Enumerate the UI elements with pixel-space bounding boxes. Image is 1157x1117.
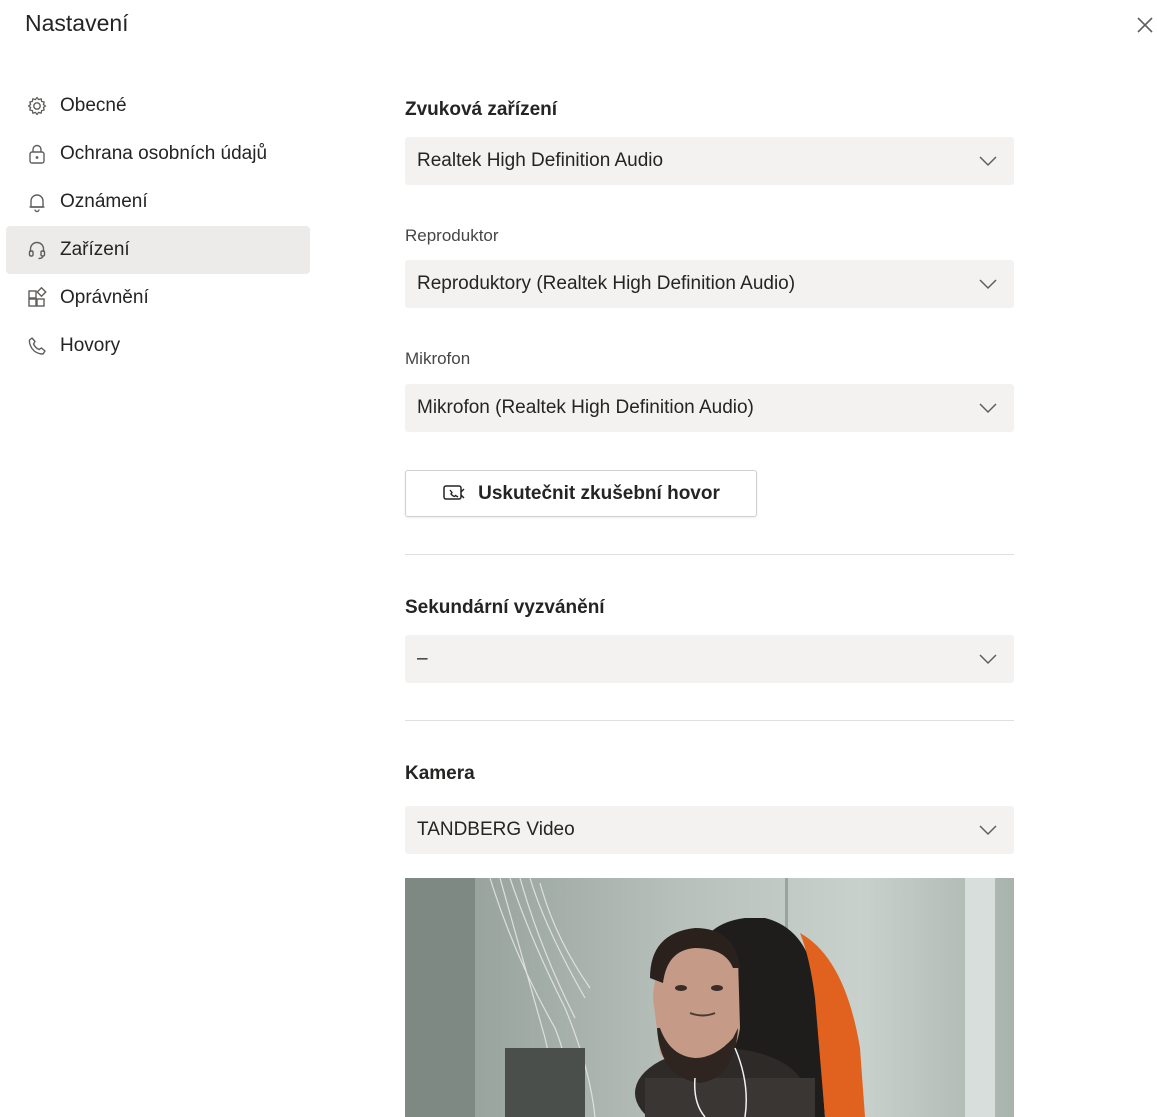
nav-item-label: Zařízení	[60, 239, 130, 260]
audio-devices-heading: Zvuková zařízení	[405, 99, 558, 120]
speaker-select[interactable]: Reproduktory (Realtek High Definition Au…	[405, 260, 1014, 308]
speaker-label: Reproduktor	[405, 226, 499, 245]
microphone-select[interactable]: Mikrofon (Realtek High Definition Audio)	[405, 384, 1014, 432]
camera-heading: Kamera	[405, 763, 475, 784]
nav-item-notifications[interactable]: Oznámení	[6, 178, 310, 226]
chevron-down-icon	[976, 818, 1000, 842]
headset-icon	[26, 239, 48, 261]
chevron-down-icon	[976, 149, 1000, 173]
divider	[405, 720, 1014, 721]
nav-item-label: Oprávnění	[60, 287, 149, 308]
nav-item-label: Hovory	[60, 335, 121, 356]
close-button[interactable]	[1134, 14, 1156, 36]
divider	[405, 554, 1014, 555]
chevron-down-icon	[976, 396, 1000, 420]
chevron-down-icon	[976, 272, 1000, 296]
lock-icon	[26, 143, 48, 165]
page-title: Nastavení	[25, 10, 129, 36]
phone-icon	[26, 335, 48, 357]
camera-select[interactable]: TANDBERG Video	[405, 806, 1014, 854]
nav-item-label: Ochrana osobních údajů	[60, 143, 268, 164]
audio-device-value: Realtek High Definition Audio	[417, 150, 664, 171]
bell-icon	[26, 191, 48, 213]
secondary-ringer-select[interactable]: –	[405, 635, 1014, 683]
test-call-label: Uskutečnit zkušební hovor	[478, 482, 720, 504]
test-call-button[interactable]: Uskutečnit zkušební hovor	[405, 470, 757, 517]
nav-item-permissions[interactable]: Oprávnění	[6, 274, 310, 322]
apps-icon	[26, 287, 48, 309]
camera-value: TANDBERG Video	[417, 819, 575, 840]
speaker-value: Reproduktory (Realtek High Definition Au…	[417, 273, 796, 294]
camera-preview	[405, 878, 1014, 1117]
microphone-label: Mikrofon	[405, 349, 471, 368]
nav-item-privacy[interactable]: Ochrana osobních údajů	[6, 130, 310, 178]
nav-item-calls[interactable]: Hovory	[6, 322, 310, 370]
audio-device-select[interactable]: Realtek High Definition Audio	[405, 137, 1014, 185]
secondary-ringer-heading: Sekundární vyzvánění	[405, 597, 605, 618]
microphone-value: Mikrofon (Realtek High Definition Audio)	[417, 397, 754, 418]
nav-item-devices[interactable]: Zařízení	[6, 226, 310, 274]
settings-nav: Obecné Ochrana osobních údajů Oznámení Z…	[6, 82, 310, 370]
nav-item-general[interactable]: Obecné	[6, 82, 310, 130]
gear-icon	[26, 95, 48, 117]
nav-item-label: Obecné	[60, 95, 127, 116]
call-test-icon	[442, 483, 466, 505]
close-icon	[1137, 17, 1153, 33]
secondary-ringer-value: –	[417, 648, 428, 669]
chevron-down-icon	[976, 647, 1000, 671]
nav-item-label: Oznámení	[60, 191, 148, 212]
